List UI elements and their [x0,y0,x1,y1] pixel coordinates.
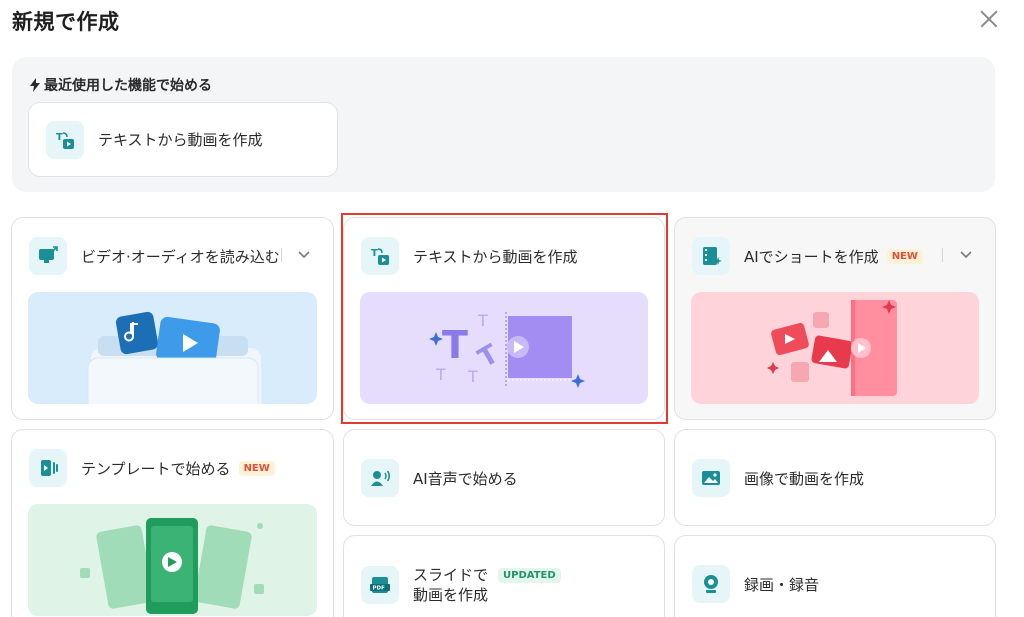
voice-icon [361,459,399,497]
svg-text:T: T [473,339,504,374]
text-to-video-preview: T T T T T [360,292,648,404]
ai-short-card[interactable]: AIでショートを作成 NEW [674,217,996,420]
template-label: テンプレートで始める [81,459,231,478]
film-sparkle-icon [692,237,730,275]
svg-text:T: T [435,365,446,384]
svg-text:T: T [371,248,378,259]
chevron-down-icon[interactable] [297,248,311,262]
updated-badge: UPDATED [498,567,561,583]
svg-text:T: T [56,132,63,143]
ai-short-label: AIでショートを作成 [744,247,879,266]
text-to-video-card[interactable]: T テキストから動画を作成 T T T T T [343,217,665,420]
recent-heading-text: 最近使用した機能で始める [44,78,212,94]
text-to-video-label: テキストから動画を作成 [413,247,578,266]
record-label: 録画・録音 [744,575,820,594]
recent-heading: 最近使用した機能で始める [30,75,212,95]
ai-voice-card[interactable]: AI音声で始める [343,429,665,526]
import-media-card[interactable]: ビデオ·オーディオを読み込む [11,217,334,420]
create-new-dialog: 新規で作成 最近使用した機能で始める T テキストから動画を作成 ビデオ·オーデ… [0,0,1024,617]
template-icon [29,449,67,487]
import-media-label: ビデオ·オーディオを読み込む [81,247,280,266]
dialog-title: 新規で作成 [12,10,120,34]
import-media-icon [29,237,67,275]
dropdown-separator [281,248,282,262]
chevron-down-icon[interactable] [959,248,973,262]
image-icon [692,459,730,497]
svg-text:PDF: PDF [373,586,386,592]
recent-item-label: テキストから動画を作成 [98,131,263,149]
import-media-preview [28,292,317,404]
ai-short-preview [691,292,979,404]
slides-label-line1: スライドで [413,566,489,584]
webcam-icon [692,565,730,603]
svg-text:T: T [467,367,478,386]
slides-label: スライドで 動画を作成 [413,565,488,605]
pdf-slides-icon: PDF [361,566,399,604]
recent-item-text-to-video[interactable]: T テキストから動画を作成 [28,102,338,177]
template-card[interactable]: テンプレートで始める NEW [11,429,334,617]
lightning-icon [30,78,40,92]
template-preview [28,504,317,616]
text-to-video-icon: T [46,120,84,159]
svg-text:T: T [442,323,468,367]
svg-text:T: T [477,311,488,330]
dropdown-separator [942,248,943,262]
text-to-video-icon: T [361,237,399,275]
slides-card[interactable]: PDF スライドで 動画を作成 UPDATED [343,535,665,617]
record-card[interactable]: 録画・録音 [674,535,996,617]
new-badge: NEW [886,248,923,264]
new-badge: NEW [238,460,275,476]
image-to-video-card[interactable]: 画像で動画を作成 [674,429,996,526]
slides-label-line2: 動画を作成 [413,586,489,604]
close-icon[interactable] [974,4,1004,34]
recent-section: 最近使用した機能で始める T テキストから動画を作成 [12,57,995,192]
ai-voice-label: AI音声で始める [413,469,518,488]
image-to-video-label: 画像で動画を作成 [744,469,865,488]
